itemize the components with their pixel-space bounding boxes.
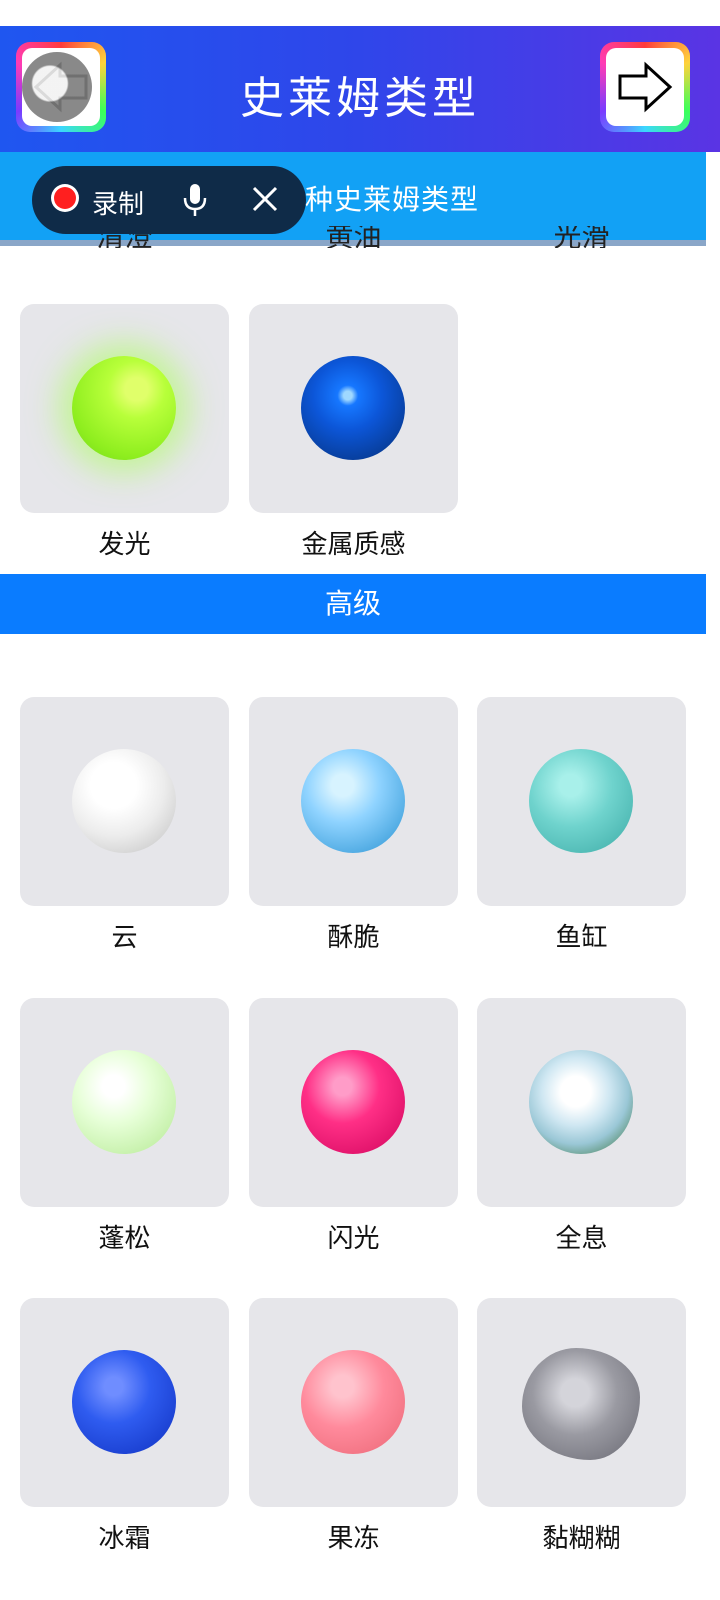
slime-type-tile-cloud[interactable] — [20, 697, 229, 906]
slime-type-tile-metallic[interactable] — [249, 304, 458, 513]
forward-arrow-icon — [618, 61, 673, 113]
glow-slime-icon — [72, 356, 176, 460]
next-button[interactable] — [600, 42, 690, 132]
slime-type-tile-glow[interactable] — [20, 304, 229, 513]
slime-type-tile-fluffy[interactable] — [20, 998, 229, 1207]
fluffy-slime-icon — [72, 1050, 176, 1154]
crunchy-slime-icon — [301, 749, 405, 853]
metallic-slime-icon — [301, 356, 405, 460]
fishbowl-slime-icon — [529, 749, 633, 853]
tile-label: 果冻 — [327, 1524, 380, 1554]
tile-label: 鱼缸 — [555, 923, 608, 953]
slime-type-tile-gooey[interactable] — [477, 1298, 686, 1507]
slime-type-tile-crunchy[interactable] — [249, 697, 458, 906]
section-title: 高级 — [324, 587, 381, 620]
slime-type-tile-frost[interactable] — [20, 1298, 229, 1507]
tile-label: 闪光 — [327, 1224, 380, 1254]
tile-label: 云 — [111, 923, 138, 953]
tile-label: 全息 — [555, 1224, 608, 1254]
record-label[interactable]: 录制 — [92, 184, 144, 221]
frost-slime-icon — [72, 1350, 176, 1454]
jelly-slime-icon — [301, 1350, 405, 1454]
section-header-advanced: 高级 — [0, 574, 706, 634]
microphone-icon[interactable] — [182, 182, 208, 218]
top-header: 史莱姆类型 — [0, 26, 720, 152]
slime-type-tile-glitter[interactable] — [249, 998, 458, 1207]
item-label: 光滑 — [553, 226, 610, 248]
cloud-slime-icon — [72, 749, 176, 853]
tile-label: 发光 — [98, 530, 151, 560]
slime-type-tile-jelly[interactable] — [249, 1298, 458, 1507]
tile-label: 蓬松 — [98, 1224, 151, 1254]
tile-label: 酥脆 — [327, 923, 380, 953]
tile-label: 冰霜 — [98, 1524, 151, 1554]
tile-label: 黏糊糊 — [542, 1524, 621, 1554]
status-bar — [0, 0, 720, 26]
slime-type-tile-holographic[interactable] — [477, 998, 686, 1207]
tile-label: 金属质感 — [301, 530, 406, 560]
screen-recorder-overlay: 录制 — [32, 166, 306, 234]
record-dot-icon[interactable] — [54, 187, 76, 209]
close-icon[interactable] — [250, 184, 280, 214]
holographic-slime-icon — [529, 1050, 633, 1154]
glitter-slime-icon — [301, 1050, 405, 1154]
slime-type-tile-fishbowl[interactable] — [477, 697, 686, 906]
gooey-slime-icon — [522, 1348, 640, 1460]
